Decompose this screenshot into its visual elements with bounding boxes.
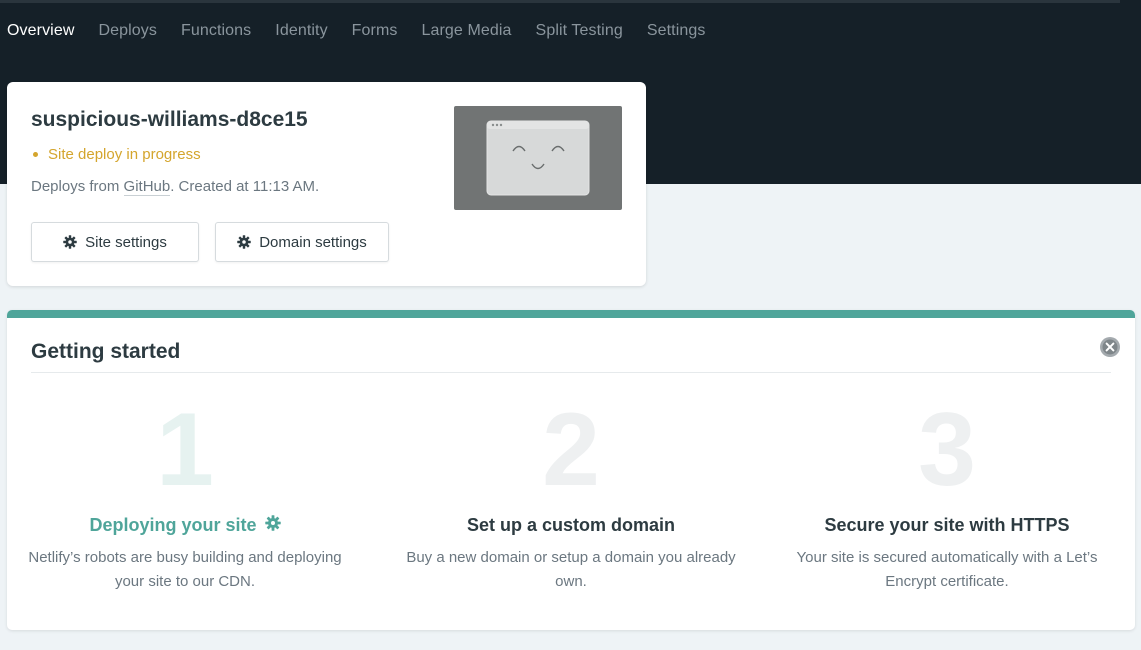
- status-dot-icon: [33, 152, 38, 157]
- deploy-info-suffix: . Created at 11:13 AM.: [170, 178, 320, 195]
- domain-settings-label: Domain settings: [259, 233, 367, 251]
- browser-smile-icon: [486, 120, 590, 196]
- deploy-status-text[interactable]: Site deploy in progress: [48, 146, 201, 163]
- step-title[interactable]: Set up a custom domain: [391, 512, 751, 538]
- gear-icon: [63, 235, 77, 249]
- step-number: 3: [918, 392, 976, 508]
- step-number: 2: [542, 392, 600, 508]
- step-title-text: Set up a custom domain: [466, 514, 676, 535]
- tab-deploys[interactable]: Deploys: [98, 22, 157, 40]
- tab-large-media[interactable]: Large Media: [422, 22, 512, 40]
- tab-functions[interactable]: Functions: [181, 22, 251, 40]
- tab-identity[interactable]: Identity: [275, 22, 327, 40]
- step-custom-domain: 2 Set up a custom domain Buy a new domai…: [391, 390, 751, 594]
- step-description: Netlify’s robots are busy building and d…: [28, 549, 342, 590]
- gear-icon: [237, 235, 251, 249]
- step-description: Buy a new domain or setup a domain you a…: [406, 549, 736, 590]
- deploy-info: Deploys from GitHub. Created at 11:13 AM…: [31, 178, 319, 196]
- top-strip: [0, 0, 1120, 3]
- domain-settings-button[interactable]: Domain settings: [215, 222, 389, 262]
- site-settings-label: Site settings: [85, 233, 167, 251]
- site-settings-button[interactable]: Site settings: [31, 222, 199, 262]
- step-title[interactable]: Secure your site with HTTPS: [767, 512, 1127, 538]
- panel-divider: [31, 372, 1111, 373]
- getting-started-panel: Getting started 1 Deploying your site Ne…: [7, 310, 1135, 630]
- step-https: 3 Secure your site with HTTPS Your site …: [767, 390, 1127, 594]
- github-link[interactable]: GitHub: [123, 178, 171, 196]
- deploy-info-prefix: Deploys from: [31, 178, 124, 195]
- site-preview-thumbnail[interactable]: [454, 106, 622, 210]
- getting-started-title: Getting started: [31, 340, 181, 363]
- site-nav: Overview Deploys Functions Identity Form…: [7, 20, 705, 42]
- tab-forms[interactable]: Forms: [352, 22, 398, 40]
- step-title-text: Deploying your site: [89, 514, 257, 535]
- deploy-status: Site deploy in progress: [31, 146, 201, 163]
- panel-accent-bar: [7, 310, 1135, 318]
- close-icon[interactable]: [1099, 336, 1121, 358]
- step-title-text: Secure your site with HTTPS: [824, 514, 1070, 535]
- site-name[interactable]: suspicious-williams-d8ce15: [31, 108, 308, 132]
- tab-overview[interactable]: Overview: [7, 22, 74, 40]
- tab-split-testing[interactable]: Split Testing: [536, 22, 623, 40]
- tab-settings[interactable]: Settings: [647, 22, 706, 40]
- spinner-gear-icon: [264, 514, 281, 536]
- step-title[interactable]: Deploying your site: [7, 512, 365, 538]
- step-number: 1: [156, 392, 214, 508]
- site-card: suspicious-williams-d8ce15 Site deploy i…: [7, 82, 646, 286]
- step-description: Your site is secured automatically with …: [796, 549, 1098, 590]
- step-deploy: 1 Deploying your site Netlify’s robots a…: [7, 390, 365, 594]
